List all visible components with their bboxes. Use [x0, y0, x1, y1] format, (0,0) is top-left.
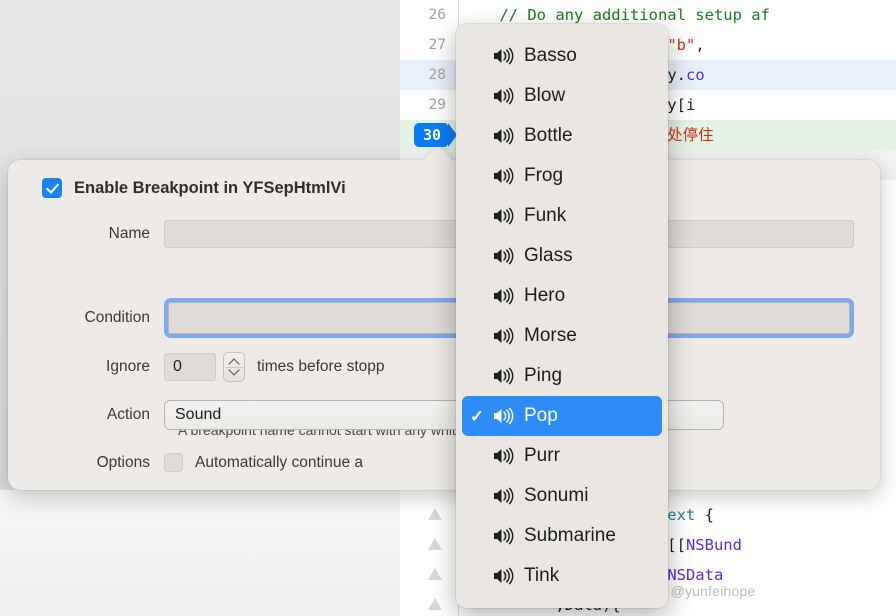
speaker-icon: [488, 527, 518, 545]
sound-menu-item-hero[interactable]: Hero: [462, 276, 662, 316]
code-token: NSData: [667, 566, 724, 584]
speaker-icon: [488, 407, 518, 425]
sound-menu-item-label: Ping: [524, 365, 563, 386]
auto-continue-label: Automatically continue a: [195, 453, 364, 471]
speaker-icon: [488, 247, 518, 265]
speaker-icon: [488, 567, 518, 585]
speaker-icon: [488, 47, 518, 65]
stepper-divider: [225, 367, 243, 368]
sound-dropdown-menu[interactable]: Basso Blow Bottle Frog Funk Glass Hero Morse Pin…: [456, 24, 668, 608]
sound-menu-item-ping[interactable]: Ping: [462, 356, 662, 396]
line-number: 27: [428, 37, 446, 53]
condition-row: Condition: [42, 298, 862, 338]
sound-menu-item-glass[interactable]: Glass: [462, 236, 662, 276]
sound-menu-item-frog[interactable]: Frog: [462, 156, 662, 196]
sound-menu-item-sonumi[interactable]: Sonumi: [462, 476, 662, 516]
sound-menu-item-tink[interactable]: Tink: [462, 556, 662, 596]
enable-breakpoint-row[interactable]: Enable Breakpoint in YFSepHtmlVi: [42, 178, 346, 198]
screenshot-root: 26 // Do any additional setup af27 NSArr…: [0, 0, 896, 616]
options-row: Options Automatically continue a: [42, 453, 363, 472]
speaker-icon: [488, 207, 518, 225]
warning-triangle-icon: [428, 508, 442, 520]
line-number: 29: [428, 97, 446, 113]
ignore-stepper[interactable]: [223, 352, 245, 382]
speaker-icon: [488, 167, 518, 185]
enable-breakpoint-label: Enable Breakpoint in YFSepHtmlVi: [74, 178, 346, 197]
sound-menu-item-label: Basso: [524, 45, 577, 66]
name-row: Name: [42, 220, 862, 248]
breakpoint-marker[interactable]: 30: [414, 123, 458, 147]
sound-menu-item-label: Tink: [524, 565, 560, 586]
window-backdrop-lower: [0, 490, 400, 616]
speaker-icon: [488, 87, 518, 105]
line-number: 28: [428, 67, 446, 83]
sound-menu-item-label: Glass: [524, 245, 573, 266]
sound-menu-item-label: Purr: [524, 445, 560, 466]
sound-menu-item-pop[interactable]: ✓ Pop: [462, 396, 662, 436]
sound-menu-item-label: Frog: [524, 165, 564, 186]
sound-menu-item-basso[interactable]: Basso: [462, 36, 662, 76]
options-label: Options: [96, 453, 150, 471]
popover-arrow: [424, 146, 454, 162]
speaker-icon: [488, 327, 518, 345]
sound-menu-item-blow[interactable]: Blow: [462, 76, 662, 116]
code-token: NSBund: [685, 536, 742, 554]
sound-menu-item-label: Submarine: [524, 525, 616, 546]
line-number: 26: [428, 7, 446, 23]
code-token: ,: [695, 36, 705, 54]
sound-menu-item-bottle[interactable]: Bottle: [462, 116, 662, 156]
code-token: co: [686, 66, 705, 84]
auto-continue-checkbox[interactable]: [164, 453, 183, 472]
sound-menu-item-label: Funk: [524, 205, 567, 226]
sound-menu-item-label: Morse: [524, 325, 577, 346]
sound-menu-item-label: Blow: [524, 85, 566, 106]
breakpoint-popover: Enable Breakpoint in YFSepHtmlVi Name A …: [8, 160, 880, 490]
ignore-suffix-label: times before stopp: [257, 358, 385, 375]
sound-menu-item-label: Hero: [524, 285, 566, 306]
speaker-icon: [488, 127, 518, 145]
warning-triangle-icon: [428, 568, 442, 580]
sound-menu-item-label: Sonumi: [524, 485, 589, 506]
sound-menu-item-submarine[interactable]: Submarine: [462, 516, 662, 556]
speaker-icon: [488, 487, 518, 505]
check-icon: ✓: [469, 406, 485, 426]
code-token: {: [695, 506, 714, 524]
ignore-count-input[interactable]: 0: [164, 353, 216, 381]
ignore-label: Ignore: [106, 358, 150, 375]
warning-triangle-icon: [428, 598, 442, 610]
action-label: Action: [106, 406, 150, 423]
sound-menu-item-morse[interactable]: Morse: [462, 316, 662, 356]
enable-breakpoint-checkbox[interactable]: [42, 178, 62, 198]
ignore-row: Ignore 0 times before stopp: [42, 352, 385, 382]
code-token: // Do any additional setup af: [499, 6, 770, 24]
condition-label: Condition: [84, 309, 151, 326]
sound-menu-item-purr[interactable]: Purr: [462, 436, 662, 476]
speaker-icon: [488, 287, 518, 305]
warning-triangle-icon: [428, 538, 442, 550]
speaker-icon: [488, 447, 518, 465]
sound-menu-item-label: Bottle: [524, 125, 573, 146]
sound-menu-item-label: Pop: [524, 405, 558, 426]
speaker-icon: [488, 367, 518, 385]
name-label: Name: [108, 225, 150, 242]
sound-menu-item-funk[interactable]: Funk: [462, 196, 662, 236]
